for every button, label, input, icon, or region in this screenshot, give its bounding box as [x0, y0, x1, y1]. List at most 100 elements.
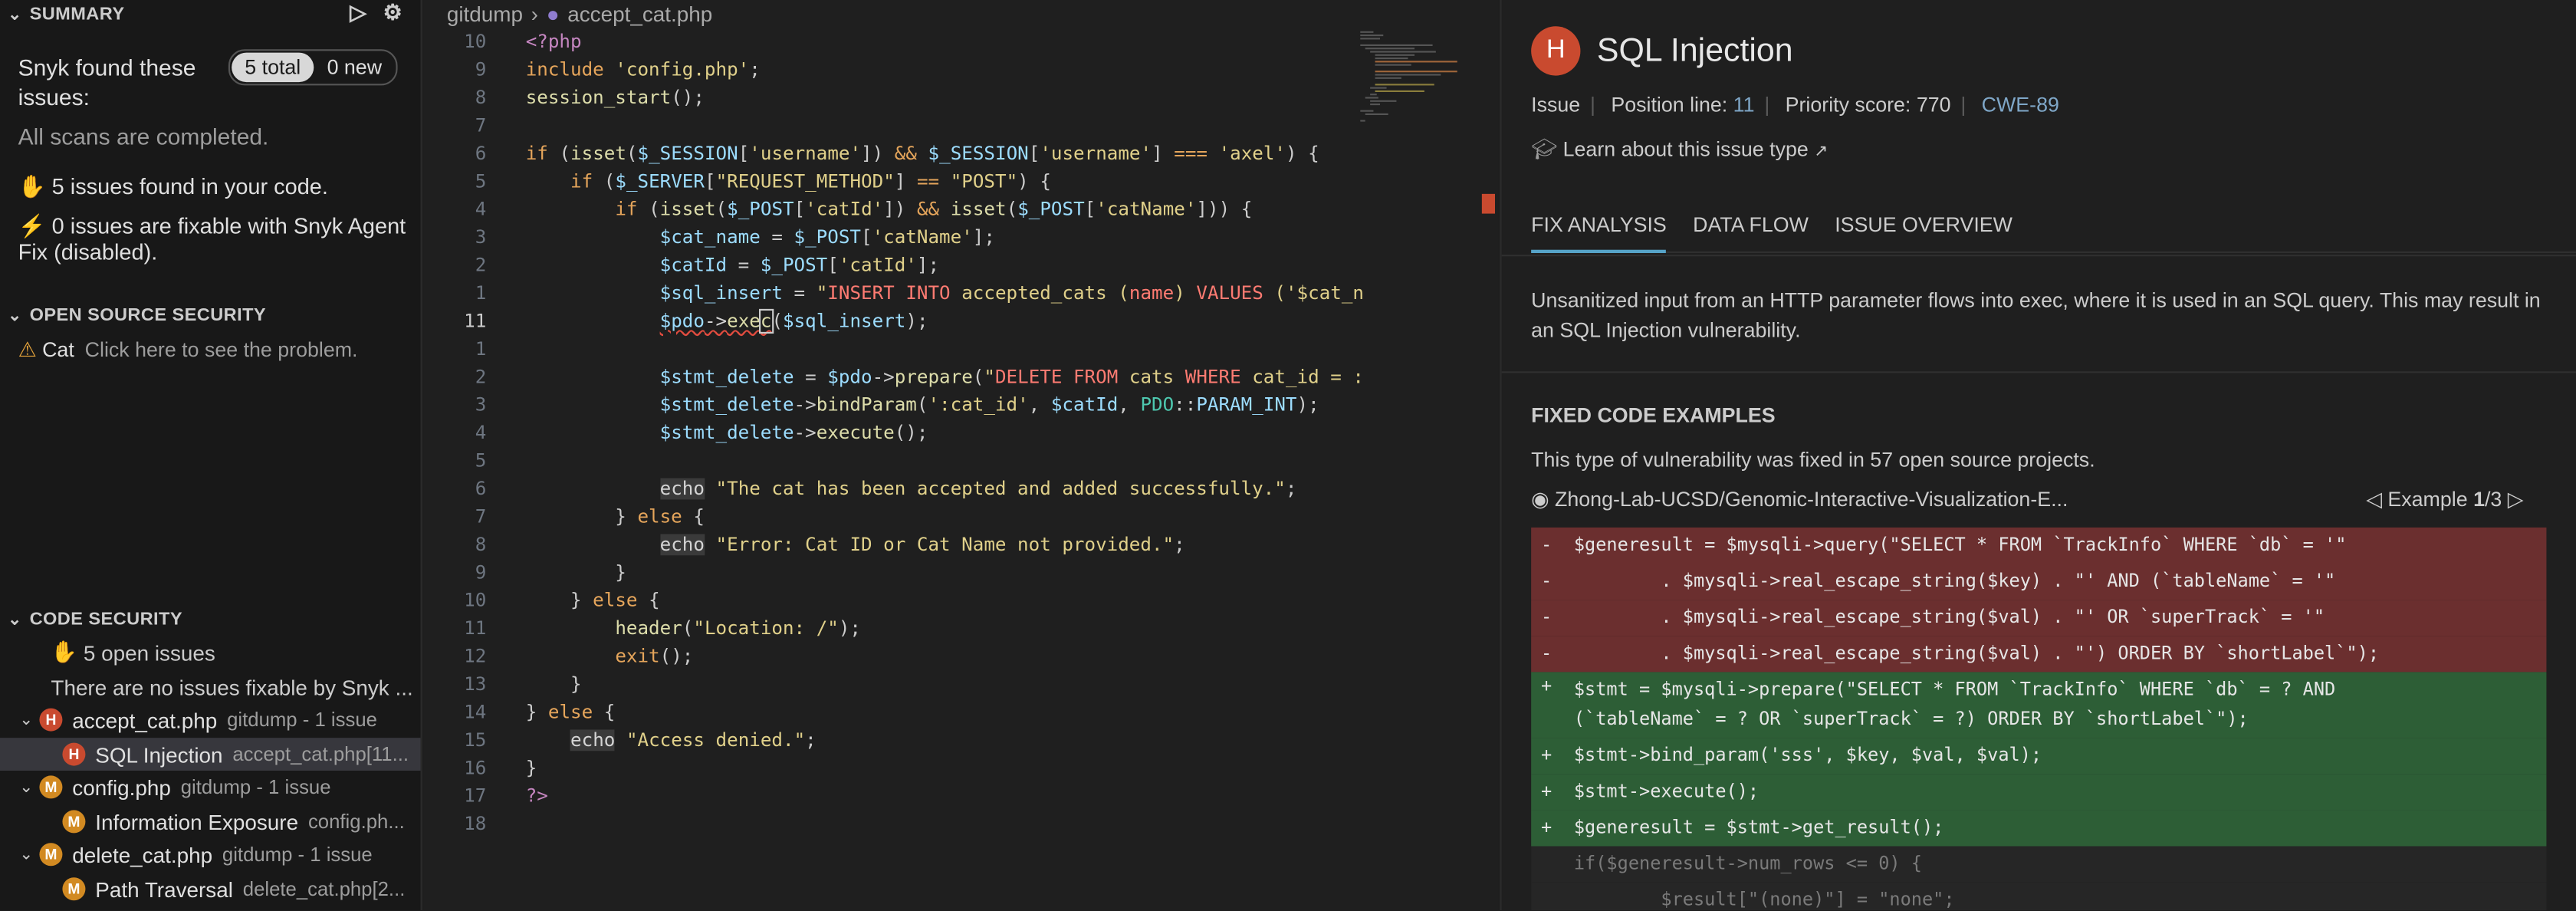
line-number: 9: [475, 561, 487, 584]
code-line: header("Location: /");: [615, 617, 862, 640]
diff-line: + $stmt = $mysqli->prepare("SELECT * FROM…: [1531, 672, 2547, 738]
line-number: 1: [475, 282, 487, 304]
high-severity-icon: H: [62, 742, 86, 766]
line-number: 13: [464, 673, 487, 696]
issue-title-text: SQL Injection: [1596, 31, 1793, 68]
hand-icon: ✋: [18, 174, 46, 199]
example-repo: ◉ Zhong-Lab-UCSD/Genomic-Interactive-Vis…: [1531, 486, 2550, 516]
high-severity-icon: H: [39, 708, 63, 732]
snyk-sidebar: ⌄ SUMMARY ▷ ⚙ Snyk found these issues: 5…: [0, 0, 422, 911]
code-line: $cat_name = $_POST['catName'];: [659, 226, 995, 248]
diff-line: $result["(none)"] = "none";: [1531, 882, 2547, 911]
oss-item[interactable]: ⚠ Cat Click here to see the problem.: [18, 337, 358, 361]
scrollbar-issue-marker[interactable]: [1481, 193, 1495, 214]
diff-line: + $stmt->bind_param('sss', $key, $val, $v…: [1531, 738, 2547, 775]
total-badge: 5 total: [232, 52, 314, 83]
medium-severity-icon: M: [39, 775, 63, 799]
hand-icon: ✋: [51, 639, 78, 664]
code-security-header[interactable]: ⌄ CODE SECURITY: [0, 605, 421, 635]
line-number: 5: [475, 170, 487, 192]
summary-found-text: Snyk found these issues:: [18, 54, 196, 110]
line-number: 2: [475, 366, 487, 388]
file-row-delete-cat[interactable]: ⌄ M delete_cat.php gitdump - 1 issue: [0, 838, 421, 871]
run-scan-icon[interactable]: ▷: [350, 0, 366, 26]
medium-severity-icon: M: [62, 810, 86, 834]
breadcrumb-file[interactable]: accept_cat.php: [567, 1, 712, 25]
breadcrumb-root[interactable]: gitdump: [447, 1, 523, 25]
learn-link[interactable]: 🎓︎ Learn about this issue type ↗: [1531, 138, 1828, 163]
issues-found-line: ✋ 5 issues found in your code.: [18, 174, 328, 199]
code-line: echo "The cat has been accepted and adde…: [659, 478, 1297, 500]
new-badge: 0 new: [327, 55, 383, 79]
code-line: $stmt_delete->bindParam(':cat_id', $catI…: [659, 394, 1319, 416]
diff-line: - . $mysqli->real_escape_string($val) . …: [1531, 636, 2547, 673]
code-line: exit();: [615, 646, 694, 667]
code-line: } else {: [525, 702, 616, 723]
line-number: 16: [464, 757, 487, 779]
chevron-down-icon: ⌄: [8, 306, 22, 325]
summary-header[interactable]: ⌄ SUMMARY ▷ ⚙: [0, 0, 421, 30]
code-line: }: [525, 561, 626, 584]
line-number: 7: [475, 506, 487, 528]
line-number: 8: [475, 534, 487, 556]
tab-fix-analysis[interactable]: FIX ANALYSIS: [1531, 214, 1667, 253]
cwe-link[interactable]: CWE-89: [1982, 94, 2059, 117]
chevron-down-icon: ⌄: [19, 845, 34, 864]
line-number: 4: [475, 199, 487, 221]
chevron-right-icon: ›: [531, 1, 538, 26]
diff-line: + $stmt->execute();: [1531, 774, 2547, 811]
issue-row-path-traversal[interactable]: M Path Traversal delete_cat.php[2...: [0, 873, 421, 906]
line-number: 6: [475, 143, 487, 165]
file-row-config[interactable]: ⌄ M config.php gitdump - 1 issue: [0, 771, 421, 804]
code-line-issue: $pdo->exec($sql_insert);: [659, 308, 928, 334]
prev-example-icon[interactable]: ◁: [2366, 488, 2382, 511]
code-line: if ($_SERVER["REQUEST_METHOD"] == "POST"…: [570, 170, 1051, 192]
file-row-accept-cat[interactable]: ⌄ H accept_cat.php gitdump - 1 issue: [0, 703, 421, 736]
code-line: session_start();: [525, 87, 705, 109]
code-line: $stmt_delete = $pdo->prepare("DELETE FRO…: [659, 366, 1365, 388]
issue-row-information-exposure[interactable]: M Information Exposure config.ph...: [0, 805, 421, 838]
line-number: 12: [464, 646, 487, 667]
tab-issue-overview[interactable]: ISSUE OVERVIEW: [1835, 214, 2013, 253]
breadcrumb: gitdump › ● accept_cat.php: [447, 0, 712, 26]
line-number: 11: [464, 617, 487, 640]
tab-data-flow[interactable]: DATA FLOW: [1693, 214, 1809, 253]
open-source-security-header[interactable]: ⌄ OPEN SOURCE SECURITY: [0, 301, 421, 331]
line-number: 18: [464, 813, 487, 835]
code-line: echo "Error: Cat ID or Cat Name not prov…: [659, 534, 1185, 556]
code-line: } else {: [525, 590, 660, 612]
diff-line: - . $mysqli->real_escape_string($key) . …: [1531, 564, 2547, 600]
summary-badges: 5 total 0 new: [228, 49, 399, 86]
code-line: include 'config.php';: [525, 59, 761, 81]
fix-diff: - $generesult = $mysqli->query("SELECT * …: [1531, 527, 2547, 911]
medium-severity-icon: M: [39, 843, 63, 867]
code-line: if (isset($_SESSION['username']) && $_SE…: [525, 143, 1319, 165]
no-fixable-row: There are no issues fixable by Snyk ...: [51, 674, 413, 699]
line-number: 11: [464, 311, 487, 332]
fixable-line: ⚡ 0 issues are fixable with Snyk Agent F…: [18, 213, 406, 265]
diff-line: + $generesult = $stmt->get_result();: [1531, 810, 2547, 847]
warning-icon: ⚠: [18, 338, 37, 362]
line-number: 14: [464, 702, 487, 723]
gear-icon[interactable]: ⚙: [383, 0, 402, 26]
repo-name[interactable]: Zhong-Lab-UCSD/Genomic-Interactive-Visua…: [1555, 488, 2068, 511]
line-number: 10: [464, 590, 487, 612]
line-number: 7: [475, 115, 487, 136]
issue-row-sql-injection[interactable]: H SQL Injection accept_cat.php[11...: [0, 738, 421, 771]
code-line: <?php: [525, 31, 582, 53]
code-line: $sql_insert = "INSERT INTO accepted_cats…: [659, 282, 1365, 304]
diff-line: - $generesult = $mysqli->query("SELECT * …: [1531, 527, 2547, 564]
external-link-icon: ↗: [1814, 143, 1829, 161]
code-line: $catId = $_POST['catId'];: [659, 255, 940, 276]
php-file-icon: ●: [546, 1, 560, 26]
code-line: if (isset($_POST['catId']) && isset($_PO…: [615, 199, 1253, 221]
lightning-icon: ⚡: [18, 213, 46, 238]
minimap[interactable]: [1357, 28, 1488, 127]
github-icon: ◉: [1531, 488, 1549, 511]
chevron-down-icon: ⌄: [19, 778, 34, 797]
line-number: 1: [475, 338, 487, 360]
next-example-icon[interactable]: ▷: [2508, 488, 2524, 511]
line-number: 6: [475, 478, 487, 500]
code-editor[interactable]: gitdump › ● accept_cat.php 10 9 8 7 6 5 4 3 2 1 11…: [423, 0, 1499, 911]
position-line-link[interactable]: 11: [1733, 94, 1755, 117]
